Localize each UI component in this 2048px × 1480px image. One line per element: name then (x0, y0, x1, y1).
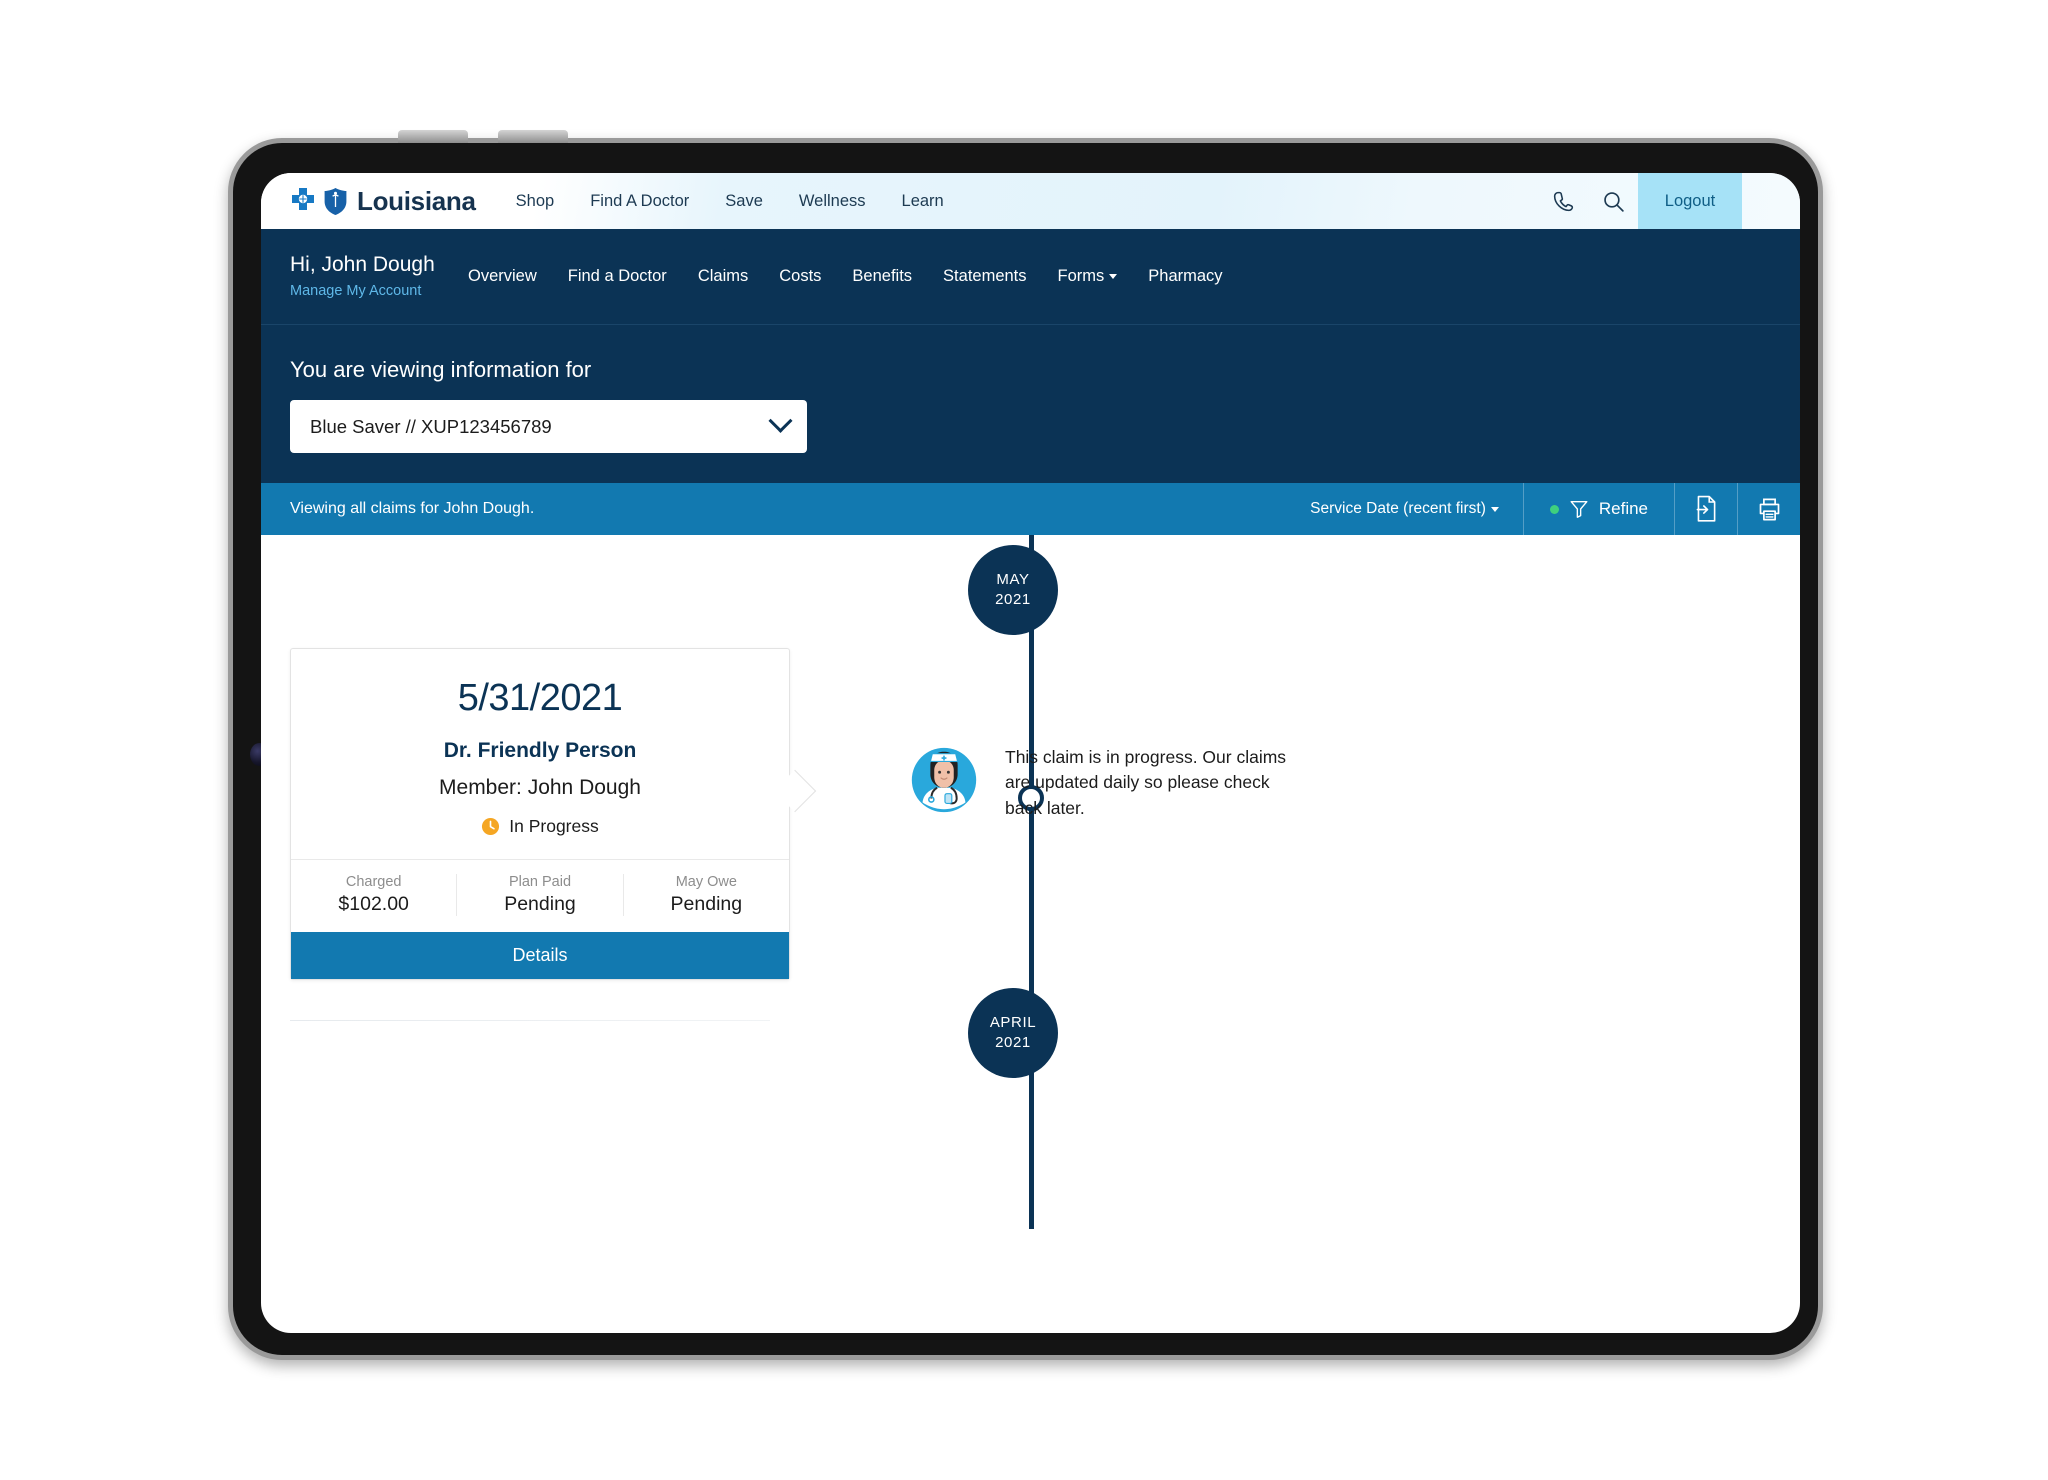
claims-filter-bar: Viewing all claims for John Dough. Servi… (261, 483, 1800, 535)
member-navigation: Overview Find a Doctor Claims Costs Bene… (468, 267, 1223, 286)
content-divider (290, 1020, 770, 1021)
manage-my-account-link[interactable]: Manage My Account (290, 283, 421, 299)
tablet-screen: Louisiana Shop Find A Doctor Save Wellne… (261, 173, 1800, 1333)
claim-amount-value: Pending (670, 893, 743, 915)
plan-select-dropdown[interactable]: Blue Saver // XUP123456789 (290, 400, 807, 453)
timeline-marker-may: MAY 2021 (968, 545, 1058, 635)
filter-bar-actions: Service Date (recent first) Refine (1310, 483, 1800, 535)
member-nav-item-forms[interactable]: Forms (1058, 267, 1118, 286)
timeline-marker-year: 2021 (995, 1034, 1031, 1051)
refine-button[interactable]: Refine (1524, 498, 1674, 520)
member-nav-item-claims[interactable]: Claims (698, 267, 748, 286)
export-document-icon (1696, 495, 1716, 522)
top-nav-item-shop[interactable]: Shop (516, 192, 555, 211)
claim-card: 5/31/2021 Dr. Friendly Person Member: Jo… (290, 648, 817, 980)
claim-amount-charged: Charged $102.00 (291, 874, 458, 916)
claim-amount-value: $102.00 (338, 893, 409, 915)
clock-icon (482, 817, 500, 836)
plan-selector-section: You are viewing information for Blue Sav… (261, 325, 1800, 483)
plan-select-value: Blue Saver // XUP123456789 (310, 415, 552, 437)
claim-amount-plan-paid: Plan Paid Pending (457, 874, 624, 916)
member-nav-item-pharmacy[interactable]: Pharmacy (1148, 267, 1222, 286)
claim-details-button[interactable]: Details (291, 932, 789, 979)
claim-amount-label: May Owe (675, 874, 737, 890)
search-icon (1603, 191, 1624, 212)
greeting-text: Hi, John Dough (290, 253, 435, 277)
claim-service-date: 5/31/2021 (457, 677, 623, 719)
greeting-block: Hi, John Dough Manage My Account (290, 253, 468, 299)
timeline-marker-month: MAY (996, 570, 1030, 588)
top-bar-spacer (1742, 173, 1800, 229)
top-nav-item-save[interactable]: Save (725, 192, 763, 211)
volume-down-button[interactable] (498, 130, 568, 143)
claim-member-name: Member: John Dough (439, 776, 641, 799)
brand-name: Louisiana (357, 185, 476, 216)
phone-button[interactable] (1538, 173, 1588, 229)
claim-status-badge: In Progress (311, 816, 769, 837)
sort-dropdown[interactable]: Service Date (recent first) (1310, 500, 1523, 518)
export-button[interactable] (1675, 483, 1737, 535)
claim-amount-value: Pending (504, 893, 576, 915)
caret-down-icon (1109, 274, 1118, 280)
claim-amount-may-owe: May Owe Pending (624, 874, 789, 916)
top-navigation: Shop Find A Doctor Save Wellness Learn (516, 192, 944, 211)
print-button[interactable] (1738, 483, 1800, 535)
tablet-device-frame: Louisiana Shop Find A Doctor Save Wellne… (228, 130, 1823, 1360)
member-nav-item-benefits[interactable]: Benefits (852, 267, 912, 286)
top-utility-bar: Louisiana Shop Find A Doctor Save Wellne… (261, 173, 1800, 229)
claim-card-body: 5/31/2021 Dr. Friendly Person Member: Jo… (291, 649, 789, 859)
top-nav-item-learn[interactable]: Learn (902, 192, 944, 211)
nurse-avatar-icon (911, 747, 977, 813)
refine-active-indicator (1549, 504, 1559, 514)
chevron-down-icon (768, 408, 793, 433)
member-nav-item-forms-label: Forms (1057, 267, 1105, 285)
logout-button[interactable]: Logout (1638, 173, 1742, 229)
viewing-status-text: Viewing all claims for John Dough. (290, 500, 535, 517)
blue-cross-icon (292, 188, 314, 210)
caret-down-icon (1490, 506, 1499, 512)
member-nav-item-costs[interactable]: Costs (779, 267, 821, 286)
filter-funnel-icon (1570, 500, 1588, 518)
claim-amount-label: Charged (345, 874, 402, 890)
plan-selector-title: You are viewing information for (290, 357, 592, 382)
timeline-marker-year: 2021 (995, 591, 1031, 608)
claim-amount-label: Plan Paid (508, 874, 572, 890)
phone-icon (1553, 191, 1573, 211)
printer-icon (1759, 498, 1779, 520)
claim-provider-name: Dr. Friendly Person (443, 739, 637, 762)
top-nav-item-wellness[interactable]: Wellness (799, 192, 866, 211)
member-navigation-bar: Hi, John Dough Manage My Account Overvie… (261, 229, 1800, 325)
timeline-marker-month: APRIL (989, 1013, 1037, 1031)
claim-status-label: In Progress (509, 816, 599, 836)
timeline-axis (1029, 535, 1034, 1229)
volume-up-button[interactable] (398, 130, 468, 143)
member-nav-item-find-a-doctor[interactable]: Find a Doctor (568, 267, 667, 286)
search-button[interactable] (1588, 173, 1638, 229)
claims-timeline-area: MAY 2021 APRIL 2021 5/31/2021 Dr. Friend… (261, 535, 1800, 1229)
brand-logo[interactable]: Louisiana (290, 186, 476, 217)
member-nav-item-overview[interactable]: Overview (468, 267, 537, 286)
sort-dropdown-label: Service Date (recent first) (1310, 500, 1486, 517)
top-bar-actions: Logout (1538, 173, 1800, 229)
timeline-marker-april: APRIL 2021 (968, 988, 1058, 1078)
claim-amounts-row: Charged $102.00 Plan Paid Pending May Ow… (291, 859, 789, 932)
member-nav-item-statements[interactable]: Statements (943, 267, 1026, 286)
claim-status-message-text: This claim is in progress. Our claims ar… (1005, 747, 1287, 818)
claim-status-message: This claim is in progress. Our claims ar… (905, 741, 1305, 821)
refine-label: Refine (1598, 499, 1648, 518)
top-nav-item-find-a-doctor[interactable]: Find A Doctor (590, 192, 689, 211)
blue-shield-icon (324, 187, 347, 215)
